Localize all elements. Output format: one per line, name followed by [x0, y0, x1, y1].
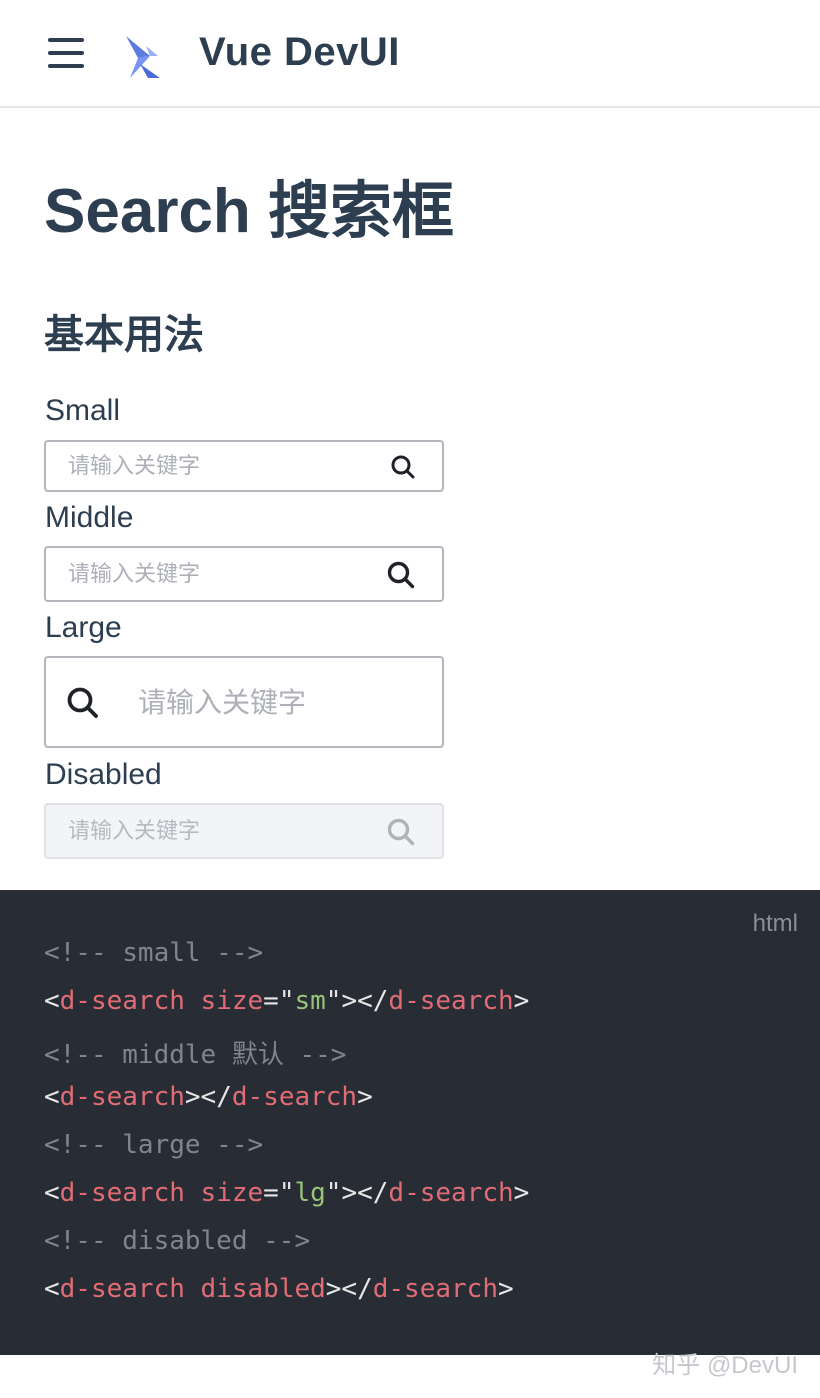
disabled-label: Disabled	[45, 758, 162, 791]
search-disabled	[44, 803, 444, 859]
search-input-small[interactable]	[68, 442, 368, 490]
vue-devui-logo[interactable]	[124, 34, 164, 82]
search-large[interactable]	[44, 656, 444, 748]
search-icon[interactable]	[390, 454, 416, 480]
middle-label: Middle	[45, 501, 134, 534]
page: Vue DevUI Search 搜索框 基本用法 Small Middle L…	[0, 0, 820, 1398]
search-input-large[interactable]	[138, 658, 428, 746]
code-line: <d-search size="sm"></d-search>	[44, 986, 530, 1016]
search-icon[interactable]	[386, 560, 416, 590]
code-line: <!-- middle 默认 -->	[44, 1040, 347, 1070]
code-line: <d-search></d-search>	[44, 1082, 373, 1112]
code-line: <d-search disabled></d-search>	[44, 1274, 514, 1304]
code-line: <!-- small -->	[44, 938, 264, 968]
code-block: html <!-- small --> <d-search size="sm">…	[0, 890, 820, 1355]
search-icon	[387, 818, 415, 846]
watermark: 知乎 @DevUI	[652, 1352, 798, 1379]
page-title: Search 搜索框	[44, 177, 455, 246]
code-line: <!-- large -->	[44, 1130, 264, 1160]
hamburger-menu-icon[interactable]	[48, 36, 86, 70]
search-middle[interactable]	[44, 546, 444, 602]
large-label: Large	[45, 611, 122, 644]
top-header: Vue DevUI	[0, 0, 820, 108]
code-language-label: html	[752, 910, 798, 937]
code-line: <!-- disabled -->	[44, 1226, 311, 1256]
code-line: <d-search size="lg"></d-search>	[44, 1178, 530, 1208]
search-small[interactable]	[44, 440, 444, 492]
brand-name[interactable]: Vue DevUI	[199, 30, 400, 75]
small-label: Small	[45, 394, 121, 427]
search-input-disabled	[68, 805, 368, 857]
search-icon[interactable]	[66, 686, 100, 720]
section-title: 基本用法	[44, 313, 204, 357]
search-input-middle[interactable]	[68, 548, 368, 600]
